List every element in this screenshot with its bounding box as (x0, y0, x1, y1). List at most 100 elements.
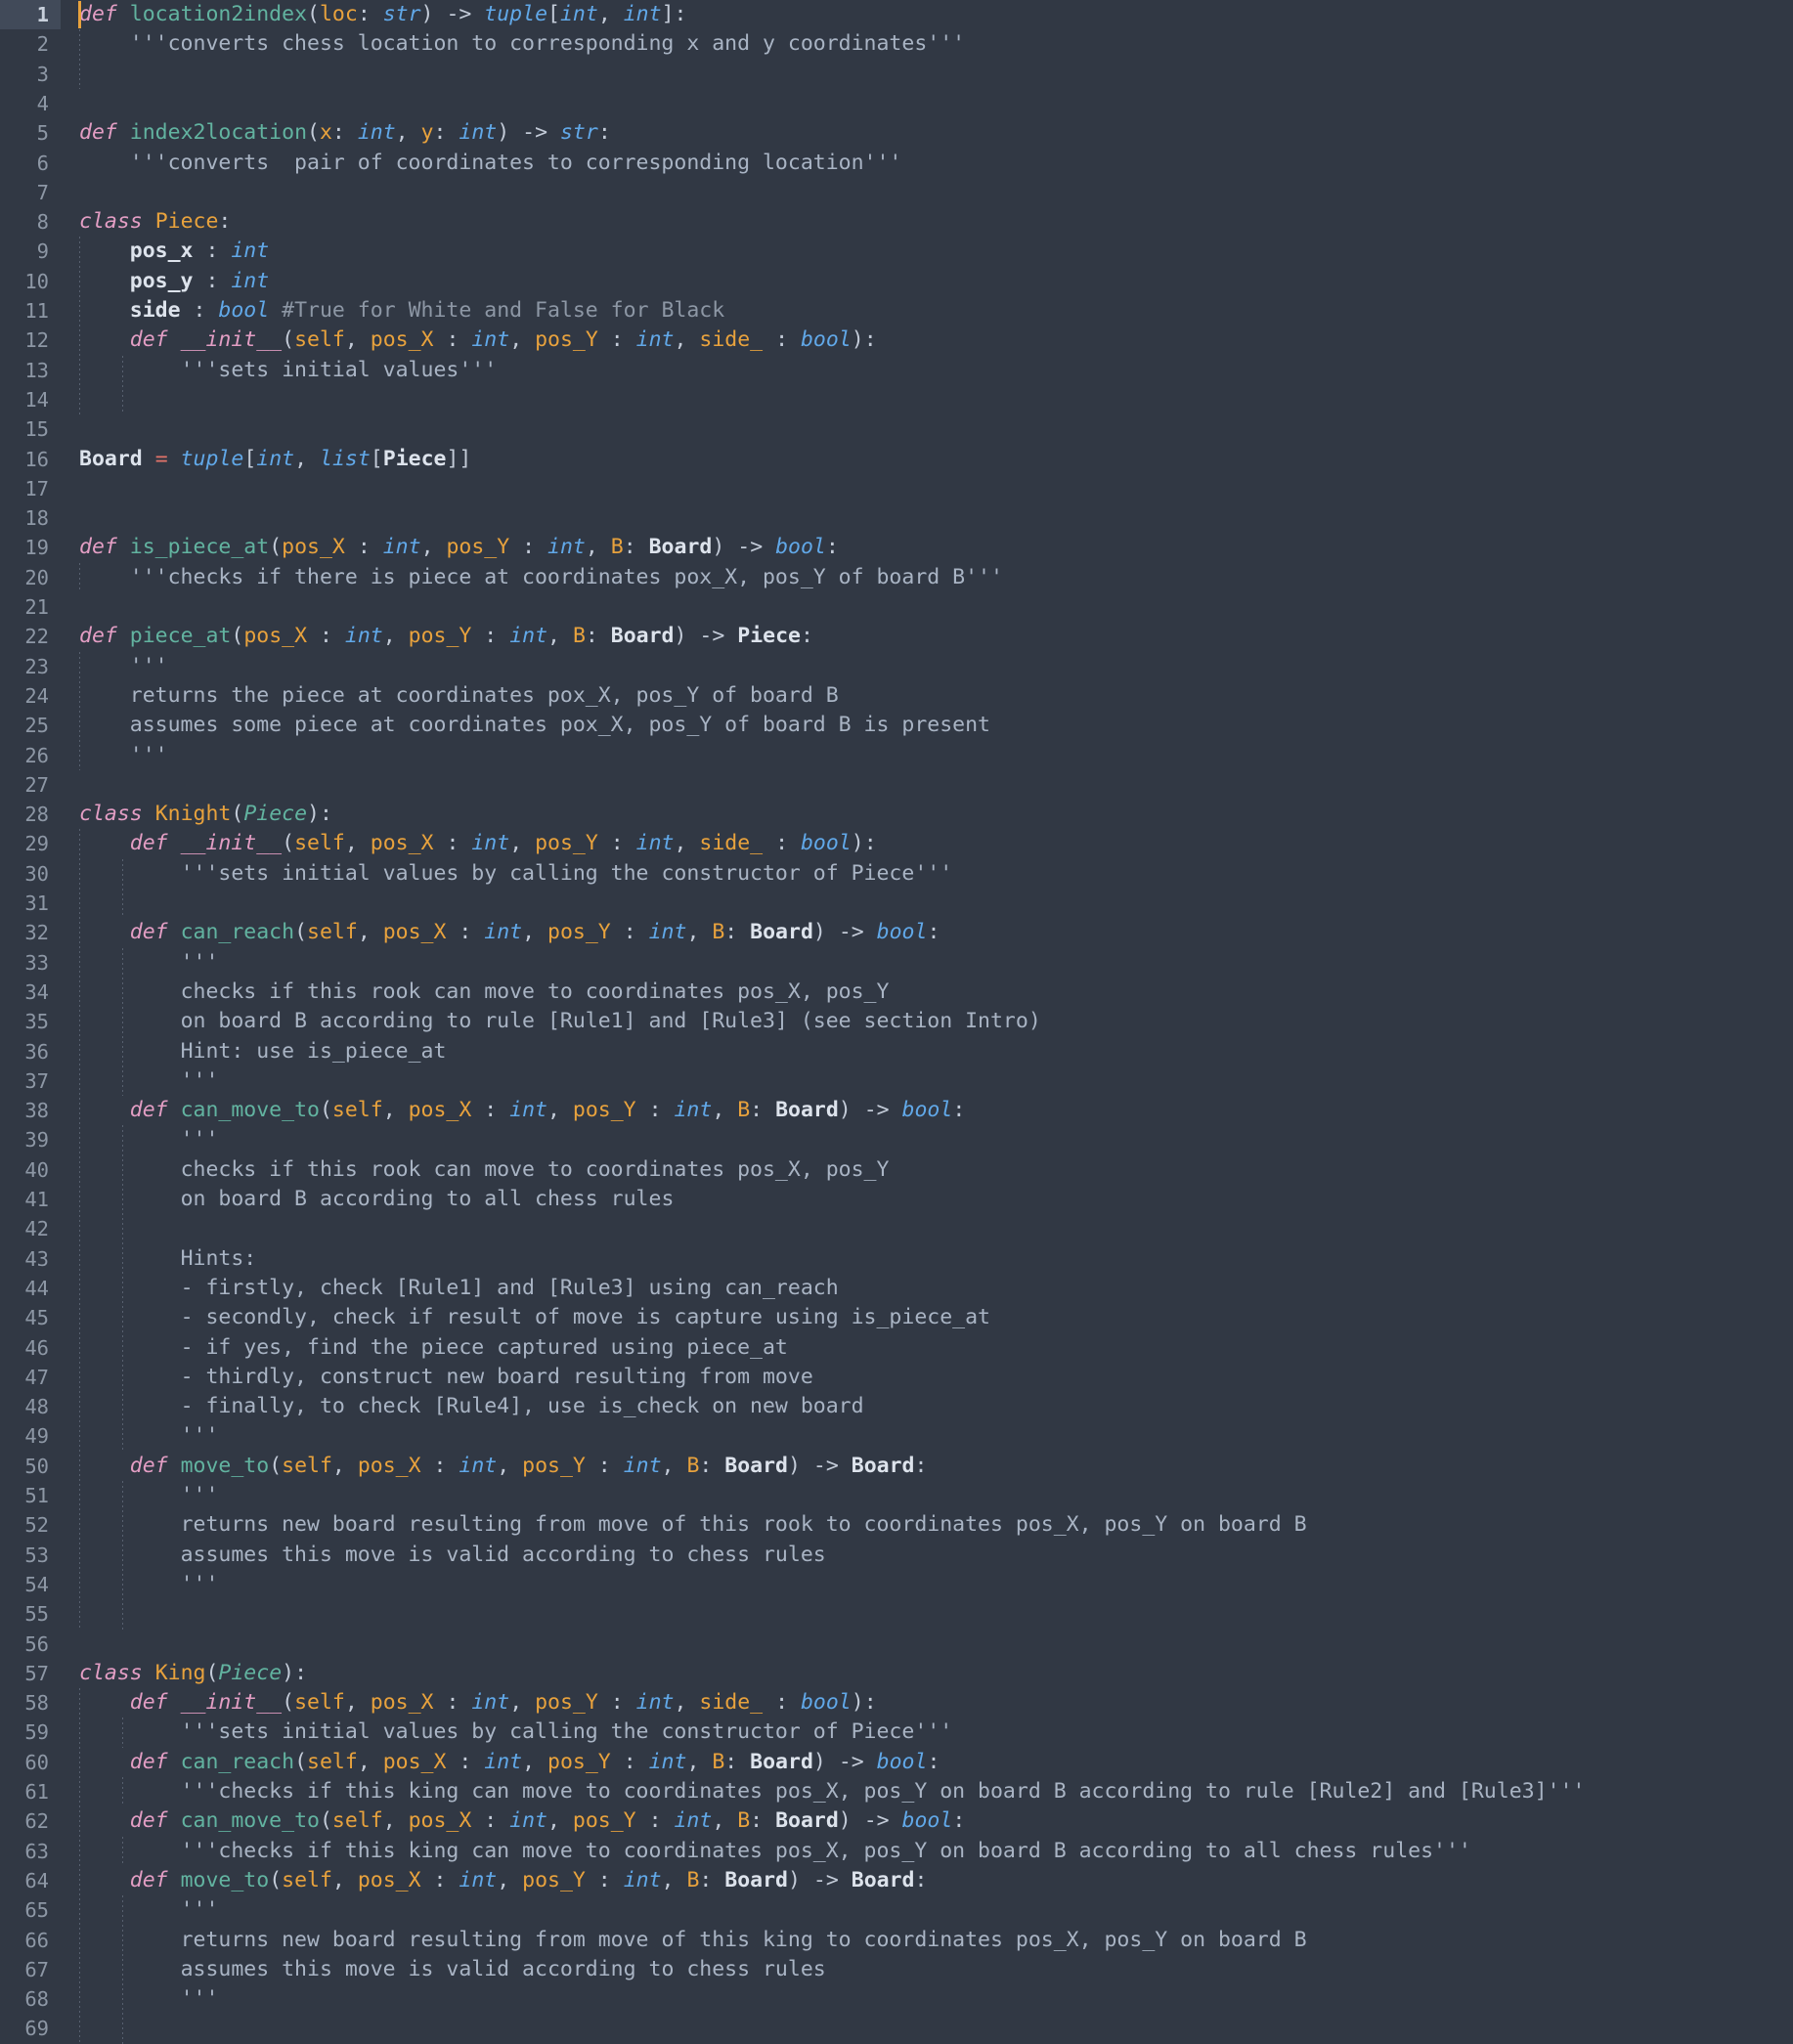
line-number[interactable]: 48 (0, 1392, 61, 1421)
code-line[interactable]: 15 (0, 414, 1793, 444)
line-number[interactable]: 4 (0, 89, 61, 118)
line-number[interactable]: 24 (0, 681, 61, 711)
code-line[interactable]: 52 returns new board resulting from move… (0, 1510, 1793, 1540)
code-line-content[interactable]: on board B according to rule [Rule1] and… (79, 1007, 1041, 1036)
code-line-content[interactable]: side : bool #True for White and False fo… (79, 296, 724, 326)
code-line[interactable]: 67 assumes this move is valid according … (0, 1955, 1793, 1984)
line-number[interactable]: 21 (0, 592, 61, 622)
code-line-content[interactable]: ''' (79, 1066, 219, 1096)
code-line-content[interactable]: def piece_at(pos_X : int, pos_Y : int, B… (79, 622, 813, 651)
code-line-content[interactable]: def can_move_to(self, pos_X : int, pos_Y… (79, 1096, 966, 1125)
code-line[interactable]: 8 class Piece: (0, 207, 1793, 237)
line-number[interactable]: 67 (0, 1955, 61, 1984)
code-line[interactable]: 17 (0, 474, 1793, 503)
code-line[interactable]: 11 side : bool #True for White and False… (0, 296, 1793, 326)
code-line-content[interactable]: def is_piece_at(pos_X : int, pos_Y : int… (79, 533, 839, 562)
code-line[interactable]: 20 '''checks if there is piece at coordi… (0, 563, 1793, 592)
code-line[interactable]: 40 checks if this rook can move to coord… (0, 1155, 1793, 1185)
code-line[interactable]: 68 ''' (0, 1984, 1793, 2014)
code-line-content[interactable]: def can_move_to(self, pos_X : int, pos_Y… (79, 1806, 966, 1836)
line-number[interactable]: 12 (0, 326, 61, 355)
line-number[interactable]: 42 (0, 1214, 61, 1243)
code-line-content[interactable]: '''sets initial values by calling the co… (79, 1718, 953, 1747)
code-line[interactable]: 60 def can_reach(self, pos_X : int, pos_… (0, 1748, 1793, 1777)
line-number[interactable]: 58 (0, 1688, 61, 1718)
code-line[interactable]: 6 '''converts pair of coordinates to cor… (0, 149, 1793, 178)
line-number[interactable]: 8 (0, 207, 61, 237)
code-line-content[interactable]: def __init__(self, pos_X : int, pos_Y : … (79, 326, 877, 355)
line-number[interactable]: 15 (0, 414, 61, 444)
code-line[interactable]: 25 assumes some piece at coordinates pox… (0, 711, 1793, 740)
code-line-content[interactable]: ''' (79, 1125, 219, 1154)
code-line[interactable]: 35 on board B according to rule [Rule1] … (0, 1007, 1793, 1036)
code-line-content[interactable]: '''converts chess location to correspond… (79, 29, 965, 59)
line-number[interactable]: 49 (0, 1421, 61, 1451)
code-line-content[interactable]: Hints: (79, 1244, 257, 1274)
code-line[interactable]: 69 (0, 2014, 1793, 2043)
line-number[interactable]: 30 (0, 859, 61, 889)
line-number[interactable]: 60 (0, 1748, 61, 1777)
code-line[interactable]: 33 ''' (0, 948, 1793, 978)
code-line-content[interactable]: '''checks if this king can move to coord… (79, 1777, 1586, 1806)
line-number[interactable]: 47 (0, 1363, 61, 1392)
line-number[interactable]: 23 (0, 652, 61, 681)
line-number[interactable]: 38 (0, 1096, 61, 1125)
code-line-content[interactable]: def can_reach(self, pos_X : int, pos_Y :… (79, 1748, 940, 1777)
code-line-content[interactable]: returns new board resulting from move of… (79, 1926, 1307, 1955)
line-number[interactable]: 13 (0, 356, 61, 385)
code-line-content[interactable]: assumes this move is valid according to … (79, 1955, 826, 1984)
line-number[interactable]: 44 (0, 1274, 61, 1303)
code-line[interactable]: 14 (0, 385, 1793, 414)
code-editor[interactable]: 1 def location2index(loc: str) -> tuple[i… (0, 0, 1793, 2044)
line-number[interactable]: 33 (0, 948, 61, 978)
code-line-content[interactable]: ''' (79, 1570, 219, 1599)
code-line-content[interactable]: def move_to(self, pos_X : int, pos_Y : i… (79, 1866, 928, 1895)
code-line[interactable]: 29 def __init__(self, pos_X : int, pos_Y… (0, 829, 1793, 858)
code-line[interactable]: 43 Hints: (0, 1244, 1793, 1274)
code-line[interactable]: 18 (0, 503, 1793, 533)
code-line[interactable]: 13 '''sets initial values''' (0, 356, 1793, 385)
line-number[interactable]: 59 (0, 1718, 61, 1747)
code-line[interactable]: 41 on board B according to all chess rul… (0, 1185, 1793, 1214)
code-line[interactable]: 26 ''' (0, 741, 1793, 770)
code-line-content[interactable]: assumes some piece at coordinates pox_X,… (79, 711, 990, 740)
code-line-content[interactable]: checks if this rook can move to coordina… (79, 1155, 890, 1185)
line-number[interactable]: 64 (0, 1866, 61, 1895)
code-line-content[interactable]: - if yes, find the piece captured using … (79, 1333, 788, 1363)
line-number[interactable]: 25 (0, 711, 61, 740)
code-line-content[interactable]: pos_y : int (79, 267, 269, 296)
line-number[interactable]: 55 (0, 1599, 61, 1629)
line-number[interactable]: 39 (0, 1125, 61, 1154)
code-line-content[interactable]: class Knight(Piece): (79, 800, 332, 829)
line-number[interactable]: 66 (0, 1926, 61, 1955)
code-line[interactable]: 47 - thirdly, construct new board result… (0, 1363, 1793, 1392)
code-line[interactable]: 4 (0, 89, 1793, 118)
code-line-content[interactable]: on board B according to all chess rules (79, 1185, 675, 1214)
code-line[interactable]: 12 def __init__(self, pos_X : int, pos_Y… (0, 326, 1793, 355)
code-line[interactable]: 58 def __init__(self, pos_X : int, pos_Y… (0, 1688, 1793, 1718)
code-line[interactable]: 65 ''' (0, 1895, 1793, 1925)
code-line[interactable]: 55 (0, 1599, 1793, 1629)
code-line[interactable]: 42 (0, 1214, 1793, 1243)
line-number[interactable]: 37 (0, 1066, 61, 1096)
code-line[interactable]: 38 def can_move_to(self, pos_X : int, po… (0, 1096, 1793, 1125)
code-line[interactable]: 59 '''sets initial values by calling the… (0, 1718, 1793, 1747)
line-number[interactable]: 34 (0, 978, 61, 1007)
code-line[interactable]: 36 Hint: use is_piece_at (0, 1037, 1793, 1066)
line-number[interactable]: 53 (0, 1541, 61, 1570)
code-line[interactable]: 44 - firstly, check [Rule1] and [Rule3] … (0, 1274, 1793, 1303)
code-line[interactable]: 57 class King(Piece): (0, 1659, 1793, 1688)
code-line[interactable]: 64 def move_to(self, pos_X : int, pos_Y … (0, 1866, 1793, 1895)
code-line-content[interactable]: pos_x : int (79, 237, 269, 266)
code-line[interactable]: 22 def piece_at(pos_X : int, pos_Y : int,… (0, 622, 1793, 651)
code-line[interactable]: 51 ''' (0, 1481, 1793, 1510)
line-number[interactable]: 46 (0, 1333, 61, 1363)
code-line[interactable]: 7 (0, 178, 1793, 207)
code-line[interactable]: 45 - secondly, check if result of move i… (0, 1303, 1793, 1332)
code-line-content[interactable]: - finally, to check [Rule4], use is_chec… (79, 1392, 864, 1421)
code-line-content[interactable]: ''' (79, 1481, 219, 1510)
line-number[interactable]: 69 (0, 2014, 61, 2043)
line-number[interactable]: 54 (0, 1570, 61, 1599)
line-number[interactable]: 26 (0, 741, 61, 770)
code-line-content[interactable]: def move_to(self, pos_X : int, pos_Y : i… (79, 1452, 928, 1481)
